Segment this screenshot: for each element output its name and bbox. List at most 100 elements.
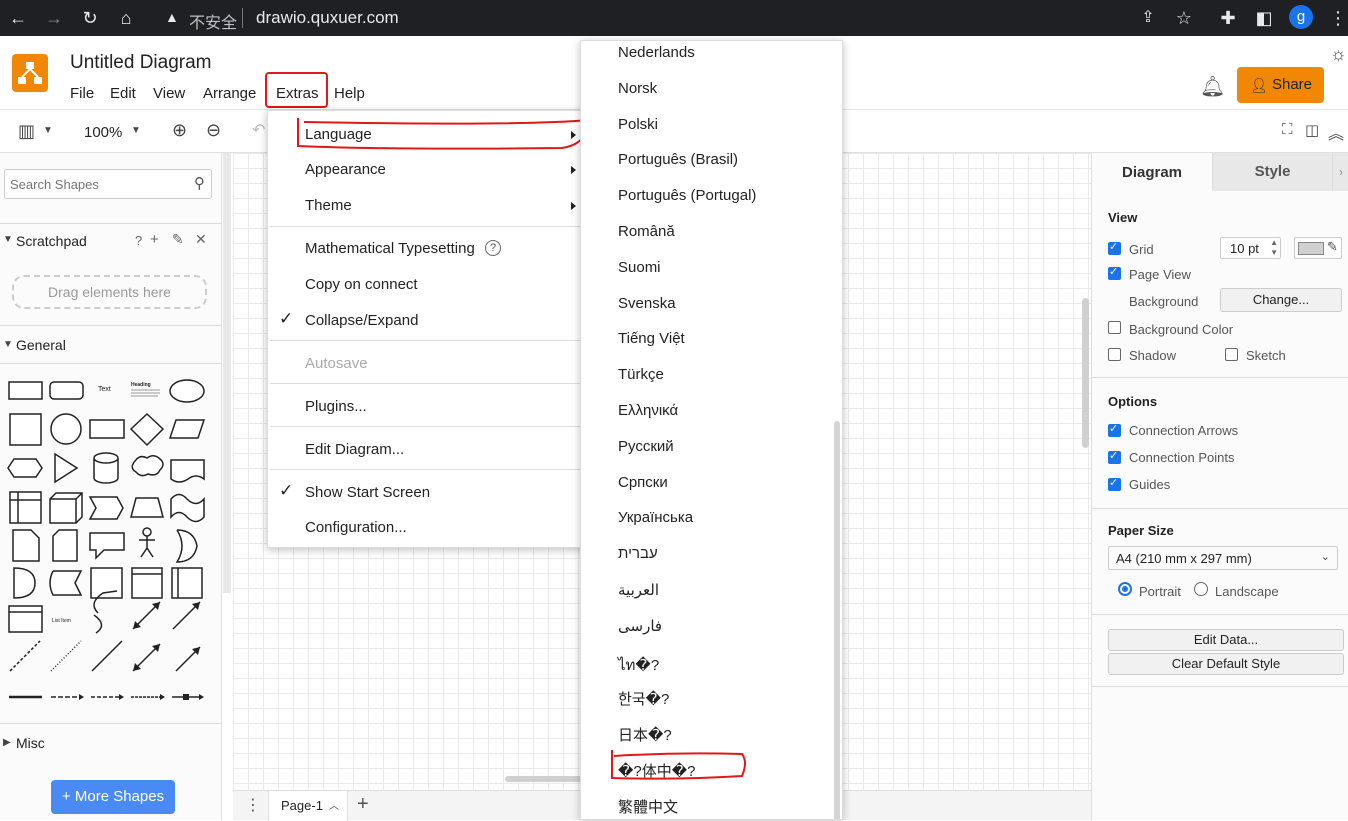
toggle-panel-icon[interactable]: ◫ bbox=[1305, 121, 1319, 139]
spin-down-icon[interactable]: ▼ bbox=[1270, 248, 1278, 257]
language-option[interactable]: ไท�? bbox=[618, 653, 659, 677]
menu-item-configuration[interactable]: Configuration... bbox=[305, 519, 407, 536]
edit-pencil-icon[interactable]: ✎ bbox=[172, 231, 184, 248]
more-shapes-button[interactable]: + More Shapes bbox=[51, 780, 175, 814]
background-color-checkbox[interactable] bbox=[1108, 321, 1121, 334]
undo-icon[interactable]: ↶ bbox=[252, 120, 265, 140]
profile-avatar[interactable]: g bbox=[1289, 5, 1313, 29]
language-option[interactable]: Русский bbox=[618, 438, 674, 455]
tab-style[interactable]: Style bbox=[1212, 153, 1332, 191]
add-page-icon[interactable]: + bbox=[357, 793, 369, 816]
paper-size-select[interactable]: A4 (210 mm x 297 mm) ⌄ bbox=[1108, 546, 1338, 570]
language-option[interactable]: 한국�? bbox=[618, 688, 669, 709]
notification-bell-icon[interactable]: 🔔︎ bbox=[1200, 74, 1225, 99]
search-shapes-input[interactable] bbox=[10, 175, 180, 193]
tab-diagram[interactable]: Diagram bbox=[1092, 153, 1212, 191]
menu-item-appearance[interactable]: Appearance bbox=[305, 161, 386, 178]
language-option[interactable]: 繁體中文 bbox=[618, 796, 678, 817]
language-option[interactable]: Українська bbox=[618, 509, 693, 526]
connection-arrows-checkbox[interactable] bbox=[1108, 423, 1121, 437]
language-option[interactable]: עברית bbox=[618, 545, 658, 562]
change-background-button[interactable]: Change... bbox=[1220, 288, 1342, 312]
language-option[interactable]: Српски bbox=[618, 474, 668, 491]
menu-item-math-typesetting[interactable]: Mathematical Typesetting bbox=[305, 240, 475, 257]
bookmark-star-icon[interactable]: ☆ bbox=[1172, 6, 1196, 30]
language-option[interactable]: Polski bbox=[618, 116, 658, 133]
chevron-up-icon[interactable]: ︿ bbox=[329, 797, 339, 812]
connection-points-checkbox[interactable] bbox=[1108, 450, 1121, 464]
canvas-vertical-scrollbar[interactable] bbox=[1082, 298, 1089, 448]
language-option[interactable]: Norsk bbox=[618, 80, 657, 97]
url-text[interactable]: drawio.quxuer.com bbox=[256, 8, 399, 28]
theme-sun-icon[interactable]: ☼ bbox=[1330, 44, 1347, 65]
address-bar[interactable]: ▲ 不安全 drawio.quxuer.com bbox=[150, 3, 1210, 33]
sidepanel-icon[interactable]: ◧ bbox=[1252, 6, 1276, 30]
add-icon[interactable]: + bbox=[150, 231, 159, 248]
edit-data-button[interactable]: Edit Data... bbox=[1108, 629, 1344, 651]
forward-icon[interactable]: → bbox=[42, 6, 66, 30]
general-title[interactable]: General bbox=[16, 337, 66, 353]
menu-item-edit-diagram[interactable]: Edit Diagram... bbox=[305, 441, 404, 458]
grid-size-input[interactable]: 10 pt ▲ ▼ bbox=[1220, 237, 1281, 259]
grid-color-picker[interactable]: ✎ bbox=[1294, 237, 1342, 259]
zoom-in-icon[interactable]: ⊕ bbox=[172, 120, 187, 141]
expand-general-icon[interactable]: ▼ bbox=[3, 339, 13, 350]
language-option[interactable]: Português (Portugal) bbox=[618, 187, 756, 204]
chevron-down-icon[interactable]: ▼ bbox=[43, 125, 53, 136]
close-icon[interactable]: ✕ bbox=[195, 231, 207, 248]
search-icon[interactable]: ⚲ bbox=[194, 174, 205, 192]
expand-scratchpad-icon[interactable]: ▼ bbox=[3, 234, 13, 245]
language-option[interactable]: Ελληνικά bbox=[618, 402, 678, 419]
collapse-icon[interactable]: ︽ bbox=[1328, 120, 1344, 144]
home-icon[interactable]: ⌂ bbox=[114, 6, 138, 30]
language-option[interactable]: 日本�? bbox=[618, 724, 672, 745]
language-option[interactable]: Tiếng Việt bbox=[618, 330, 685, 347]
portrait-radio[interactable] bbox=[1118, 582, 1132, 596]
menu-item-collapse-expand[interactable]: Collapse/Expand bbox=[305, 312, 418, 329]
language-option[interactable]: فارسی bbox=[618, 617, 662, 635]
canvas-horizontal-scrollbar[interactable] bbox=[505, 776, 585, 782]
language-option[interactable]: Svenska bbox=[618, 295, 676, 312]
scratchpad-title[interactable]: Scratchpad bbox=[16, 233, 87, 249]
language-option[interactable]: Suomi bbox=[618, 259, 661, 276]
format-panel-icon[interactable]: ▥ bbox=[18, 121, 35, 142]
pages-menu-icon[interactable]: ⋮ bbox=[245, 795, 261, 815]
language-option[interactable]: Română bbox=[618, 223, 675, 240]
expand-misc-icon[interactable]: ▶ bbox=[3, 737, 11, 748]
menu-item-copy-on-connect[interactable]: Copy on connect bbox=[305, 276, 418, 293]
menu-edit[interactable]: Edit bbox=[110, 85, 136, 102]
landscape-radio[interactable] bbox=[1194, 582, 1208, 596]
language-option[interactable]: العربية bbox=[618, 581, 659, 599]
left-scrollbar[interactable] bbox=[223, 153, 231, 593]
zoom-chevron-icon[interactable]: ▼ bbox=[131, 125, 141, 136]
language-option[interactable]: Português (Brasil) bbox=[618, 151, 738, 168]
menu-arrange[interactable]: Arrange bbox=[203, 85, 256, 102]
guides-checkbox[interactable] bbox=[1108, 477, 1121, 491]
share-page-icon[interactable]: ⇪ bbox=[1136, 6, 1160, 30]
scratchpad-dropzone[interactable]: Drag elements here bbox=[12, 275, 207, 309]
menu-view[interactable]: View bbox=[153, 85, 185, 102]
menu-help[interactable]: Help bbox=[334, 85, 365, 102]
menu-item-theme[interactable]: Theme bbox=[305, 197, 352, 214]
grid-checkbox[interactable] bbox=[1108, 241, 1121, 255]
clear-default-style-button[interactable]: Clear Default Style bbox=[1108, 653, 1344, 675]
spin-up-icon[interactable]: ▲ bbox=[1270, 238, 1278, 247]
page-tab[interactable]: Page-1 ︿ bbox=[268, 791, 348, 821]
zoom-out-icon[interactable]: ⊖ bbox=[206, 120, 221, 141]
document-title[interactable]: Untitled Diagram bbox=[70, 52, 212, 74]
language-option[interactable]: Nederlands bbox=[618, 44, 695, 61]
sketch-checkbox[interactable] bbox=[1225, 348, 1238, 361]
language-scrollbar[interactable] bbox=[834, 421, 840, 819]
language-option[interactable]: Türkçe bbox=[618, 366, 664, 383]
share-button[interactable]: 👤︎ Share bbox=[1237, 67, 1324, 103]
tabs-more-icon[interactable]: › bbox=[1332, 153, 1348, 191]
menu-file[interactable]: File bbox=[70, 85, 94, 102]
page-view-checkbox[interactable] bbox=[1108, 266, 1121, 280]
fullscreen-icon[interactable]: ⛶ bbox=[1282, 121, 1293, 138]
misc-title[interactable]: Misc bbox=[16, 735, 45, 751]
extensions-icon[interactable]: ✚ bbox=[1216, 6, 1240, 30]
help-icon[interactable]: ? bbox=[135, 233, 142, 248]
back-icon[interactable]: ← bbox=[6, 6, 30, 30]
browser-menu-icon[interactable]: ⋮ bbox=[1326, 6, 1348, 30]
reload-icon[interactable]: ↻ bbox=[78, 6, 102, 30]
